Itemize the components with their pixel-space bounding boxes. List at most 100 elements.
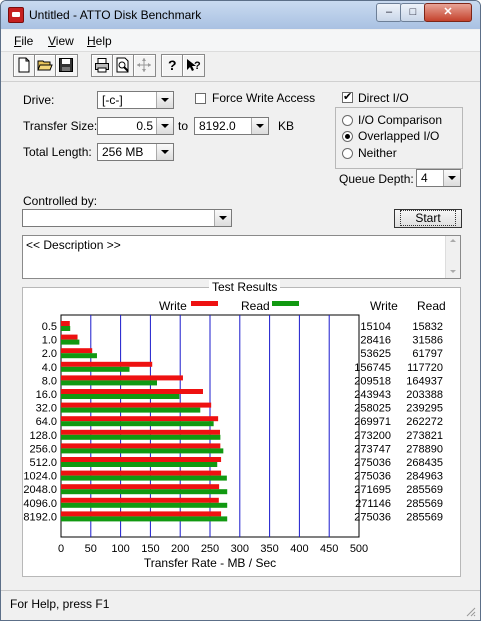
y-tick-label: 32.0 <box>36 403 57 415</box>
y-tick-label: 8192.0 <box>23 511 57 523</box>
write-bar <box>61 497 219 503</box>
read-bar <box>61 502 228 508</box>
x-tick-label: 450 <box>320 543 338 555</box>
y-tick-label: 64.0 <box>36 416 57 428</box>
x-tick-label: 0 <box>58 543 64 555</box>
col-header-read: Read <box>417 299 446 313</box>
menu-view[interactable]: View <box>48 34 74 48</box>
direct-io-label: Direct I/O <box>358 91 409 105</box>
read-value-label: 61797 <box>412 348 443 360</box>
maximize-button[interactable]: □ <box>400 3 426 22</box>
x-tick-label: 400 <box>290 543 308 555</box>
y-tick-label: 0.5 <box>42 321 57 333</box>
y-tick-label: 256.0 <box>29 443 57 455</box>
y-tick-label: 2.0 <box>42 348 57 360</box>
write-value-label: 269971 <box>354 416 391 428</box>
read-value-label: 285569 <box>406 484 443 496</box>
minimize-button[interactable]: – <box>376 3 402 22</box>
save-icon[interactable] <box>55 54 78 77</box>
chevron-down-icon[interactable] <box>443 170 460 186</box>
write-bar <box>61 511 222 517</box>
force-write-label: Force Write Access <box>212 91 316 105</box>
io-comparison-radio[interactable] <box>342 115 353 126</box>
transfer-size-to-select[interactable]: 8192.0 <box>194 117 269 135</box>
read-bar <box>61 353 97 359</box>
read-bar <box>61 407 201 413</box>
resize-grip-icon[interactable] <box>466 607 476 617</box>
transfer-size-from-select[interactable]: 0.5 <box>97 117 174 135</box>
kb-label: KB <box>278 119 295 133</box>
open-folder-icon[interactable] <box>34 54 57 77</box>
write-bar <box>61 484 220 490</box>
legend-write-swatch <box>191 301 218 306</box>
write-value-label: 258025 <box>354 403 391 415</box>
write-value-label: 28416 <box>360 335 391 347</box>
x-tick-label: 350 <box>260 543 278 555</box>
legend-read-label: Read <box>241 299 270 313</box>
neither-radio[interactable] <box>342 148 353 159</box>
write-value-label: 53625 <box>360 348 391 360</box>
app-window: Untitled - ATTO Disk Benchmark – □ ✕ Fil… <box>0 0 481 621</box>
toolbar-separator <box>1 81 480 82</box>
svg-text:?: ? <box>168 57 177 73</box>
title-bar[interactable]: Untitled - ATTO Disk Benchmark – □ ✕ <box>1 1 480 29</box>
write-bar <box>61 443 221 449</box>
write-value-label: 209518 <box>354 375 391 387</box>
queue-depth-select[interactable]: 4 <box>416 169 461 187</box>
col-header-write: Write <box>370 299 398 313</box>
chevron-down-icon[interactable] <box>156 118 173 134</box>
write-bar <box>61 457 222 462</box>
close-button[interactable]: ✕ <box>424 3 472 22</box>
read-value-label: 278890 <box>406 443 443 455</box>
x-axis-label: Transfer Rate - MB / Sec <box>144 556 276 570</box>
direct-io-checkbox[interactable] <box>342 90 353 103</box>
menu-file[interactable]: File <box>14 34 33 48</box>
menu-help[interactable]: Help <box>87 34 112 48</box>
io-comparison-label: I/O Comparison <box>358 113 443 127</box>
read-bar <box>61 448 224 454</box>
read-value-label: 284963 <box>406 471 443 483</box>
write-value-label: 271695 <box>354 484 391 496</box>
what-is-this-icon[interactable]: ? <box>182 54 205 77</box>
drive-label: Drive: <box>23 93 55 107</box>
write-bar <box>61 348 93 354</box>
test-results-panel: Test Results 0 50 100 150 200 250 300 350 400 450… <box>22 280 461 577</box>
write-value-label: 275036 <box>354 471 391 483</box>
chevron-down-icon[interactable] <box>156 144 173 160</box>
drive-select[interactable]: [-c-] <box>97 91 174 109</box>
overlapped-io-radio[interactable] <box>342 131 353 142</box>
x-tick-label: 500 <box>350 543 368 555</box>
chevron-down-icon[interactable] <box>251 118 268 134</box>
total-length-select[interactable]: 256 MB <box>97 143 174 161</box>
controlled-by-select[interactable] <box>22 209 232 227</box>
move-icon[interactable] <box>133 54 156 77</box>
read-bar <box>61 434 221 440</box>
read-value-label: 239295 <box>406 403 443 415</box>
context-help-icon[interactable]: ? <box>161 54 184 77</box>
chevron-down-icon[interactable] <box>156 92 173 108</box>
write-bar <box>61 361 153 367</box>
x-tick-label: 150 <box>141 543 159 555</box>
total-length-label: Total Length: <box>23 145 92 159</box>
status-bar: For Help, press F1 <box>1 590 480 620</box>
menu-bar: File View Help <box>1 30 480 52</box>
print-icon[interactable] <box>91 54 114 77</box>
force-write-checkbox[interactable] <box>195 93 206 104</box>
scroll-arrows-icon[interactable] <box>446 236 460 278</box>
y-tick-label: 4096.0 <box>23 498 57 510</box>
write-value-label: 271146 <box>355 498 391 510</box>
read-value-label: 285569 <box>406 511 443 523</box>
chevron-down-icon[interactable] <box>214 210 231 226</box>
description-text: << Description >> <box>26 238 121 252</box>
new-file-icon[interactable] <box>13 54 36 77</box>
x-tick-label: 50 <box>85 543 97 555</box>
write-value-label: 275036 <box>354 457 391 469</box>
read-value-label: 203388 <box>406 389 443 401</box>
print-preview-icon[interactable] <box>112 54 135 77</box>
atto-app-icon[interactable] <box>8 7 24 23</box>
x-tick-label: 250 <box>201 543 219 555</box>
description-box[interactable]: << Description >> <box>22 235 461 279</box>
read-value-label: 268435 <box>406 457 443 469</box>
description-scrollbar[interactable] <box>445 236 460 278</box>
start-button[interactable]: Start <box>394 209 462 228</box>
